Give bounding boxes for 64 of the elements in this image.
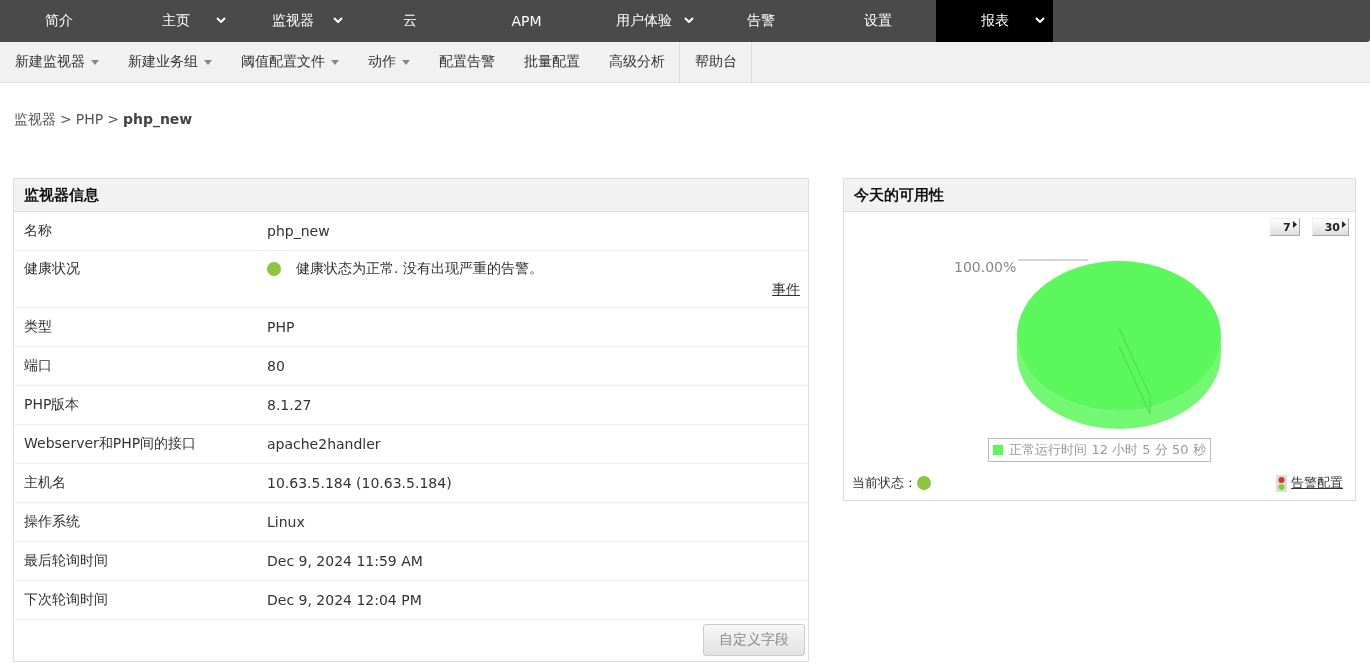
row-value: php_new (267, 223, 331, 239)
panel-title: 监视器信息 (24, 185, 99, 205)
nav-tab[interactable]: 云 (351, 0, 468, 42)
nav-tab[interactable]: 报表 (936, 0, 1053, 42)
events-link[interactable]: 事件 (772, 281, 800, 299)
menu-item[interactable]: 高级分析 (594, 42, 679, 82)
nav-tab[interactable]: 告警 (702, 0, 819, 42)
triangle-icon (1292, 221, 1297, 228)
row-label: Webserver和PHP间的接口 (23, 435, 198, 453)
breadcrumb-link[interactable]: 监视器 (14, 111, 56, 141)
row-value: 健康状态为正常. 没有出现严重的告警。 (296, 260, 543, 278)
nav-tab[interactable]: 简介 (0, 0, 117, 42)
row-label: 端口 (23, 357, 53, 375)
row-label: 类型 (23, 318, 53, 336)
row-label: 下次轮询时间 (23, 591, 109, 609)
nav-tab[interactable]: 设置 (819, 0, 936, 42)
row-value: 80 (267, 358, 286, 374)
menu-item[interactable]: 帮助台 (679, 42, 752, 82)
caret-icon (216, 17, 226, 23)
breadcrumb-separator: > (60, 111, 72, 129)
nav-tab[interactable]: APM (468, 0, 585, 42)
row-label: PHP版本 (23, 396, 81, 414)
caret-icon (333, 17, 343, 23)
breadcrumb-link[interactable]: PHP (75, 111, 104, 141)
row-value: Linux (267, 514, 306, 530)
range-button[interactable]: 30 (1311, 218, 1349, 236)
row-label: 操作系统 (23, 513, 81, 531)
breadcrumb-current: php_new (122, 111, 193, 130)
caret-icon (402, 59, 410, 65)
data-label: 100.00% (953, 259, 1016, 275)
menu-item[interactable]: 新建监视器 (0, 42, 113, 82)
row-value: apache2handler (267, 436, 382, 452)
caret-icon (684, 17, 694, 23)
triangle-icon (1342, 221, 1346, 228)
nav-tab[interactable]: 主页 (117, 0, 234, 42)
panel-title: 今天的可用性 (854, 185, 944, 205)
menu-item[interactable]: 批量配置 (509, 42, 594, 82)
menu-item[interactable]: 配置告警 (424, 42, 509, 82)
menu-item[interactable]: 新建业务组 (113, 42, 226, 82)
row-value: Dec 9, 2024 11:59 AM (267, 553, 424, 569)
row-label: 健康状况 (23, 260, 81, 278)
row-value: 10.63.5.184 (10.63.5.184) (267, 475, 453, 491)
legend-swatch-icon (993, 445, 1004, 455)
nav-tab[interactable]: 监视器 (234, 0, 351, 42)
row-label: 主机名 (23, 474, 67, 492)
menu-item[interactable]: 动作 (353, 42, 424, 82)
range-button[interactable]: 7 (1270, 218, 1300, 236)
traffic-light-icon (1276, 474, 1287, 492)
alarm-config-link[interactable]: 告警配置 (1276, 474, 1343, 492)
menu-item[interactable]: 阈值配置文件 (226, 42, 353, 82)
breadcrumb-separator: > (107, 111, 119, 129)
leader-line (1017, 259, 1088, 261)
row-label: 最后轮询时间 (23, 552, 109, 570)
row-value: PHP (267, 319, 296, 335)
caret-icon (204, 59, 212, 65)
current-status-label: 当前状态 : (852, 474, 913, 492)
caret-icon (331, 59, 339, 65)
caret-icon (1035, 17, 1045, 23)
legend-label: 正常运行时间 12 小时 5 分 50 秒 (1009, 441, 1206, 459)
caret-icon (91, 59, 99, 65)
nav-tab[interactable]: 用户体验 (585, 0, 702, 42)
row-value: 8.1.27 (267, 397, 313, 413)
row-label: 名称 (23, 222, 53, 240)
row-value: Dec 9, 2024 12:04 PM (267, 592, 423, 608)
